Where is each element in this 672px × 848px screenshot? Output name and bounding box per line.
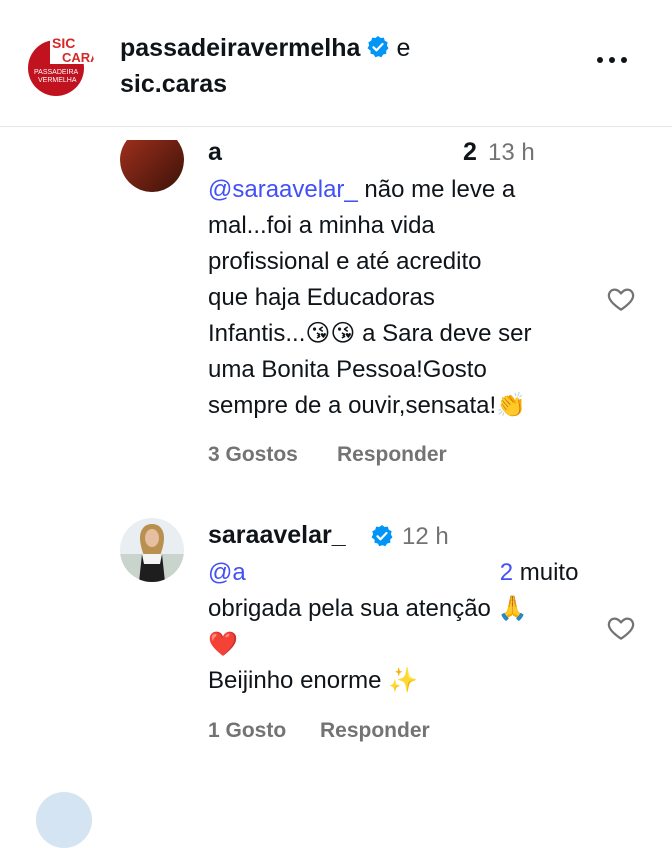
comment-1-username-tail: 2 — [463, 138, 477, 166]
passadeira-vermelha-avatar[interactable]: SIC CARAS PASSADEIRA VERMELHA — [26, 30, 94, 98]
like-heart-icon[interactable] — [606, 284, 636, 314]
comment-1-username[interactable]: a — [208, 138, 222, 167]
comment-2-line: obrigada pela sua atenção 🙏 — [208, 595, 528, 622]
comment-2-line: Beijinho enorme ✨ — [208, 667, 418, 694]
next-comment-avatar[interactable] — [36, 792, 92, 848]
comment-1-reply-button[interactable]: Responder — [337, 443, 447, 467]
comment-2-line: muito — [513, 559, 579, 586]
comment-1-mention[interactable]: @saraavelar_ — [208, 176, 358, 203]
comment-1-line: sempre de a ouvir,sensata!👏 — [208, 392, 527, 419]
comment-1-line: profissional e até acredito — [208, 248, 482, 275]
post-header: SIC CARAS PASSADEIRA VERMELHA passadeira… — [0, 0, 672, 127]
svg-text:PASSADEIRA: PASSADEIRA — [34, 69, 79, 76]
verified-badge-icon — [366, 33, 390, 58]
comment-1-likes[interactable]: 3 Gostos — [208, 443, 298, 467]
commenter-avatar[interactable] — [120, 140, 184, 192]
post-authors: passadeiravermelha e sic.caras — [120, 30, 410, 102]
account-passadeiravermelha[interactable]: passadeiravermelha — [120, 34, 360, 62]
comment-2-likes[interactable]: 1 Gosto — [208, 719, 286, 743]
svg-text:CARAS: CARAS — [62, 50, 94, 65]
comment-2-reply-button[interactable]: Responder — [320, 719, 430, 743]
comment-1-text: @saraavelar_ não me leve a mal...foi a m… — [208, 172, 532, 424]
verified-badge-icon — [370, 524, 394, 548]
comment-1-line: que haja Educadoras — [208, 284, 435, 311]
svg-text:SIC: SIC — [52, 35, 75, 51]
comment-2-line: ❤️ — [208, 631, 238, 658]
comment-1-time[interactable]: 13 h — [488, 139, 535, 167]
comment-2-mention-end[interactable]: 2 — [500, 559, 513, 586]
comment-2-text: @a 2 muito obrigada pela sua atenção 🙏 ❤️… — [208, 555, 578, 699]
comment-1-line: mal...foi a minha vida — [208, 212, 435, 239]
svg-text:VERMELHA: VERMELHA — [38, 77, 77, 84]
comment-1-line: uma Bonita Pessoa!Gosto — [208, 356, 487, 383]
more-options-icon[interactable] — [596, 50, 628, 70]
saraavelar-avatar[interactable] — [120, 518, 184, 582]
comment-2-time[interactable]: 12 h — [402, 523, 449, 551]
like-heart-icon[interactable] — [606, 613, 636, 643]
conjunction-text: e — [396, 34, 411, 62]
comment-2-mention-start[interactable]: @a — [208, 559, 246, 586]
comment-1-line: Infantis...😘😘 a Sara deve ser — [208, 320, 532, 347]
comment-1-line: não me leve a — [357, 176, 516, 203]
comment-2-username[interactable]: saraavelar_ — [208, 521, 346, 550]
account-sic-caras[interactable]: sic.caras — [120, 70, 227, 98]
